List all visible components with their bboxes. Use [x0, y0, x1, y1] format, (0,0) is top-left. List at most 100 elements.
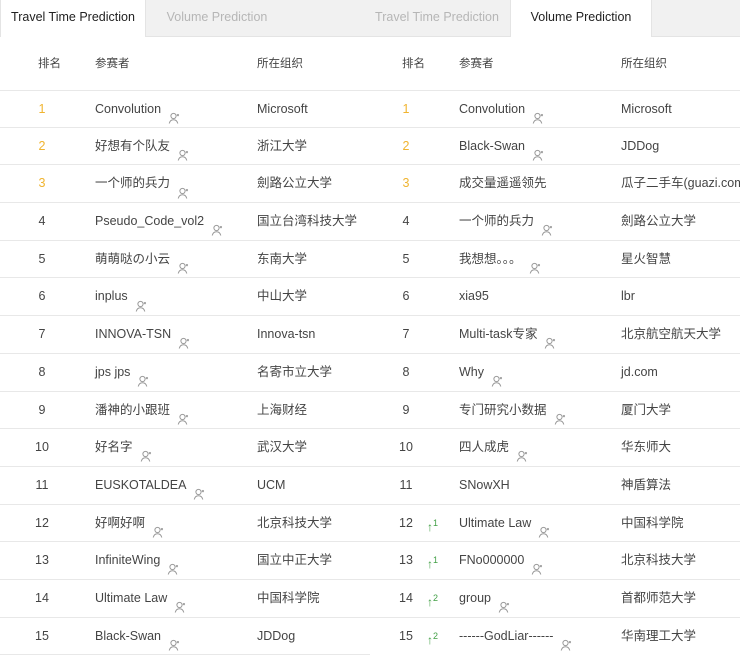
- participant-cell[interactable]: jps jps: [95, 354, 150, 391]
- team-members-icon[interactable]: [168, 630, 181, 651]
- participant-cell[interactable]: Why: [459, 354, 504, 391]
- participant-name[interactable]: Black-Swan: [459, 139, 525, 153]
- participant-cell[interactable]: Pseudo_Code_vol2: [95, 203, 224, 240]
- participant-name[interactable]: 萌萌哒の小云: [95, 252, 170, 266]
- team-members-icon[interactable]: [177, 253, 190, 274]
- participant-cell[interactable]: xia95: [459, 278, 489, 315]
- participant-name[interactable]: FNo000000: [459, 553, 524, 567]
- team-members-icon[interactable]: [135, 291, 148, 312]
- team-members-icon[interactable]: [560, 630, 573, 651]
- participant-cell[interactable]: 一个师的兵力: [459, 203, 554, 240]
- team-members-icon[interactable]: [531, 554, 544, 576]
- participant-name[interactable]: EUSKOTALDEA: [95, 478, 186, 492]
- team-members-icon[interactable]: [516, 441, 529, 463]
- participant-name[interactable]: Multi-task专家: [459, 327, 537, 341]
- team-members-icon[interactable]: [177, 178, 190, 199]
- participant-cell[interactable]: 成交量遥遥领先: [459, 165, 547, 202]
- organization-cell: 武汉大学: [257, 440, 308, 455]
- participant-name[interactable]: Convolution: [459, 102, 525, 116]
- table-row: 13 InfiniteWing 国立中正大学: [0, 542, 370, 580]
- participant-cell[interactable]: InfiniteWing: [95, 542, 180, 579]
- participant-cell[interactable]: inplus: [95, 278, 148, 315]
- participant-cell[interactable]: 一个师的兵力: [95, 165, 190, 202]
- participant-name[interactable]: group: [459, 591, 491, 605]
- participant-cell[interactable]: Ultimate Law: [459, 505, 551, 542]
- participant-name[interactable]: 潘神的小跟班: [95, 403, 170, 417]
- team-members-icon[interactable]: [137, 366, 150, 387]
- participant-name[interactable]: xia95: [459, 289, 489, 303]
- participant-name[interactable]: Ultimate Law: [459, 516, 531, 530]
- participant-name[interactable]: Black-Swan: [95, 629, 161, 643]
- participant-name[interactable]: 好名字: [95, 440, 133, 454]
- team-members-icon[interactable]: [532, 140, 545, 161]
- participant-name[interactable]: SNowXH: [459, 478, 510, 492]
- participant-name[interactable]: 好啊好啊: [95, 516, 145, 530]
- tab-travel-time-prediction[interactable]: Travel Time Prediction: [364, 0, 510, 36]
- team-members-icon[interactable]: [178, 328, 191, 349]
- participant-name[interactable]: INNOVA-TSN: [95, 327, 171, 341]
- participant-cell[interactable]: group: [459, 580, 511, 617]
- participant-cell[interactable]: Convolution: [459, 91, 545, 128]
- team-members-icon[interactable]: [167, 554, 180, 576]
- tab-volume-prediction[interactable]: Volume Prediction: [146, 0, 288, 36]
- participant-name[interactable]: 四人成虎: [459, 440, 509, 454]
- participant-cell[interactable]: FNo000000: [459, 542, 544, 579]
- participant-name[interactable]: ------GodLiar------: [459, 629, 553, 643]
- participant-cell[interactable]: Convolution: [95, 91, 181, 128]
- team-members-icon[interactable]: [211, 215, 224, 236]
- participant-name[interactable]: Convolution: [95, 102, 161, 116]
- team-members-icon[interactable]: [529, 253, 542, 274]
- participant-cell[interactable]: 好名字: [95, 429, 153, 466]
- tab-volume-prediction[interactable]: Volume Prediction: [510, 0, 652, 37]
- participant-cell[interactable]: 好想有个队友: [95, 128, 190, 165]
- team-members-icon[interactable]: [538, 517, 551, 538]
- participant-cell[interactable]: 专门研究小数据: [459, 392, 567, 429]
- team-members-icon[interactable]: [174, 592, 187, 613]
- participant-cell[interactable]: EUSKOTALDEA: [95, 467, 206, 504]
- participant-name[interactable]: inplus: [95, 289, 128, 303]
- participant-cell[interactable]: Black-Swan: [95, 618, 181, 655]
- organization-cell: 上海财经: [257, 402, 308, 417]
- participant-cell[interactable]: ------GodLiar------: [459, 618, 573, 652]
- team-members-icon[interactable]: [168, 103, 181, 124]
- participant-name[interactable]: Pseudo_Code_vol2: [95, 214, 204, 228]
- team-members-icon[interactable]: [498, 592, 511, 613]
- team-members-icon[interactable]: [177, 140, 190, 161]
- participant-name[interactable]: 成交量遥遥领先: [459, 176, 547, 190]
- participant-cell[interactable]: Black-Swan: [459, 128, 545, 165]
- team-members-icon[interactable]: [541, 215, 554, 236]
- team-members-icon[interactable]: [193, 479, 206, 500]
- participant-cell[interactable]: 四人成虎: [459, 429, 529, 466]
- team-members-icon[interactable]: [544, 328, 557, 349]
- organization-cell: 劍路公立大学: [621, 214, 697, 229]
- participant-name[interactable]: Why: [459, 365, 484, 379]
- tab-travel-time-prediction[interactable]: Travel Time Prediction: [0, 0, 146, 37]
- participant-cell[interactable]: Ultimate Law: [95, 580, 187, 617]
- participant-cell[interactable]: SNowXH: [459, 467, 510, 504]
- rank-cell: 2: [402, 138, 410, 153]
- participant-cell[interactable]: INNOVA-TSN: [95, 316, 191, 353]
- participant-name[interactable]: 好想有个队友: [95, 139, 170, 153]
- participant-name[interactable]: jps jps: [95, 365, 130, 379]
- team-members-icon[interactable]: [152, 517, 165, 538]
- rank-cell: 7: [402, 327, 410, 342]
- organization-cell: jd.com: [621, 364, 658, 379]
- participant-cell[interactable]: 好啊好啊: [95, 505, 165, 542]
- participant-name[interactable]: 专门研究小数据: [459, 403, 547, 417]
- participant-cell[interactable]: 我想想。。。: [459, 241, 542, 278]
- participant-cell[interactable]: 潘神的小跟班: [95, 392, 190, 429]
- team-members-icon[interactable]: [532, 103, 545, 124]
- team-members-icon[interactable]: [177, 404, 190, 425]
- participant-cell[interactable]: Multi-task专家: [459, 316, 557, 353]
- team-members-icon[interactable]: [140, 441, 153, 463]
- participant-name[interactable]: InfiniteWing: [95, 553, 160, 567]
- participant-cell[interactable]: 萌萌哒の小云: [95, 241, 190, 278]
- participant-name[interactable]: Ultimate Law: [95, 591, 167, 605]
- participant-name[interactable]: 一个师的兵力: [95, 176, 170, 190]
- participant-name[interactable]: 我想想。。。: [459, 252, 522, 266]
- team-members-icon[interactable]: [554, 404, 567, 425]
- travel-time-leaderboard: Travel Time Prediction Volume Prediction…: [0, 0, 370, 656]
- team-members-icon[interactable]: [491, 366, 504, 387]
- table-row: 11 EUSKOTALDEA UCM: [0, 467, 370, 505]
- participant-name[interactable]: 一个师的兵力: [459, 214, 534, 228]
